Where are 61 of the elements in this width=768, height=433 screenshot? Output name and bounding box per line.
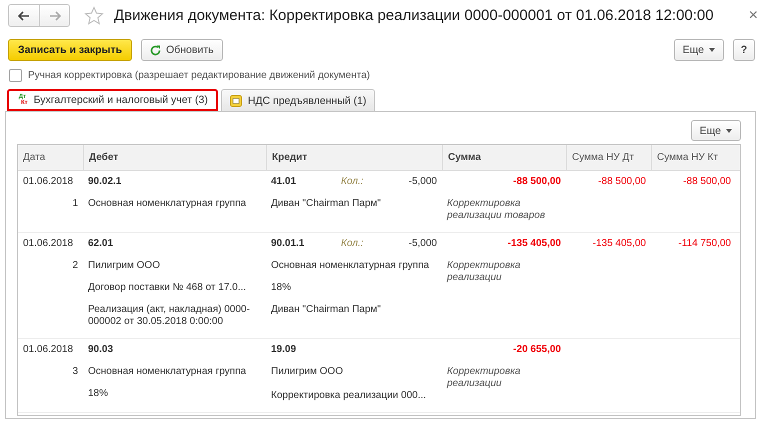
forward-arrow-icon [48,10,60,20]
table-cell-text: Договор поставки № 468 от 17.0... [88,282,248,294]
table-cell-text: 1 [71,198,78,210]
table-cell-text: 62.01 [88,238,114,250]
column-header[interactable]: Сумма НУ Кт [651,145,736,170]
quantity-value: -5,000 [408,238,437,250]
table-cell-text: Корректировка реализации товаров [447,198,546,222]
table-cell-text: Пилигрим ООО [271,366,344,378]
star-icon[interactable] [84,6,104,26]
table-cell-text: 41.01 [271,176,298,188]
table-cell-text: -114 750,00 [677,238,731,250]
table-cell-text: 01.06.2018 [23,238,74,250]
table-cell-text: 90.02.1 [88,176,122,188]
table-cell-text: 90.03 [88,344,114,356]
save-and-close-button[interactable]: Записать и закрыть [8,39,132,61]
table-cell-text: -88 500,00 [597,176,646,188]
table-cell-text: 01.06.2018 [23,344,74,356]
table-cell-text: 18% [88,388,110,400]
table-cell-text: 3 [71,366,78,378]
column-header[interactable]: Кредит [266,145,442,170]
table-cell-text: Корректировка реализации [447,260,522,284]
table-cell-text: Диван "Chairman Парм" [271,198,382,210]
document-icon [230,94,242,106]
caret-icon [726,128,732,132]
column-header[interactable]: Сумма [442,145,566,170]
table-cell-text: 90.01.1 [271,238,306,250]
quantity-label: Кол.: [341,238,364,250]
more-button[interactable]: Еще [674,39,724,61]
quantity-value: -5,000 [408,176,437,188]
table-cell-text: 2 [71,260,78,272]
caret-icon [709,48,715,52]
table-cell-text: 18% [271,282,292,294]
table-cell-text: -135 405,00 [592,238,646,250]
table-cell-text: Основная номенклатурная группа [271,260,430,272]
checkbox[interactable] [9,69,22,82]
help-button[interactable]: ? [733,39,755,61]
quantity-label: Кол.: [341,176,364,188]
back-arrow-icon [18,10,30,20]
table-cell-text: 01.06.2018 [23,176,74,188]
table-cell-text: Пилигрим ООО [88,260,161,272]
table-cell-text: Диван "Chairman Парм" [271,304,382,316]
table-cell-text: Корректировка реализации 000... [271,390,428,402]
table-cell-text: -88 500,00 [682,176,731,188]
checkbox-label: Ручная корректировка (разрешает редактирование движений документа) [28,70,370,81]
window-title: Движения документа: Корректировка реализации 0000-000001 от 01.06.2018 12:00:00 [114,7,715,24]
close-button[interactable]: × [746,6,760,24]
table-cell-text: Основная номенклатурная группа [88,198,248,210]
column-header[interactable]: Сумма НУ Дт [566,145,651,170]
refresh-icon [150,44,162,56]
table-cell-text: -88 500,00 [512,176,561,188]
tab[interactable]: НДС предъявленный (1) [220,89,376,111]
more-button[interactable]: Еще [690,120,741,141]
refresh-button[interactable]: Обновить [141,39,223,61]
table-cell-text: -20 655,00 [512,344,561,356]
column-header[interactable]: Дата [18,145,83,170]
table-cell-text: Реализация (акт, накладная) 0000-000002 от 30.05.2018 0:00:00 [88,304,251,328]
table-cell-text: -135 405,00 [506,238,561,250]
column-header[interactable]: Дебет [83,145,266,170]
table-cell-text: 19.09 [271,344,298,356]
table-cell-text: Основная номенклатурная группа [88,366,248,378]
table-cell-text: Корректировка реализации [447,366,522,390]
